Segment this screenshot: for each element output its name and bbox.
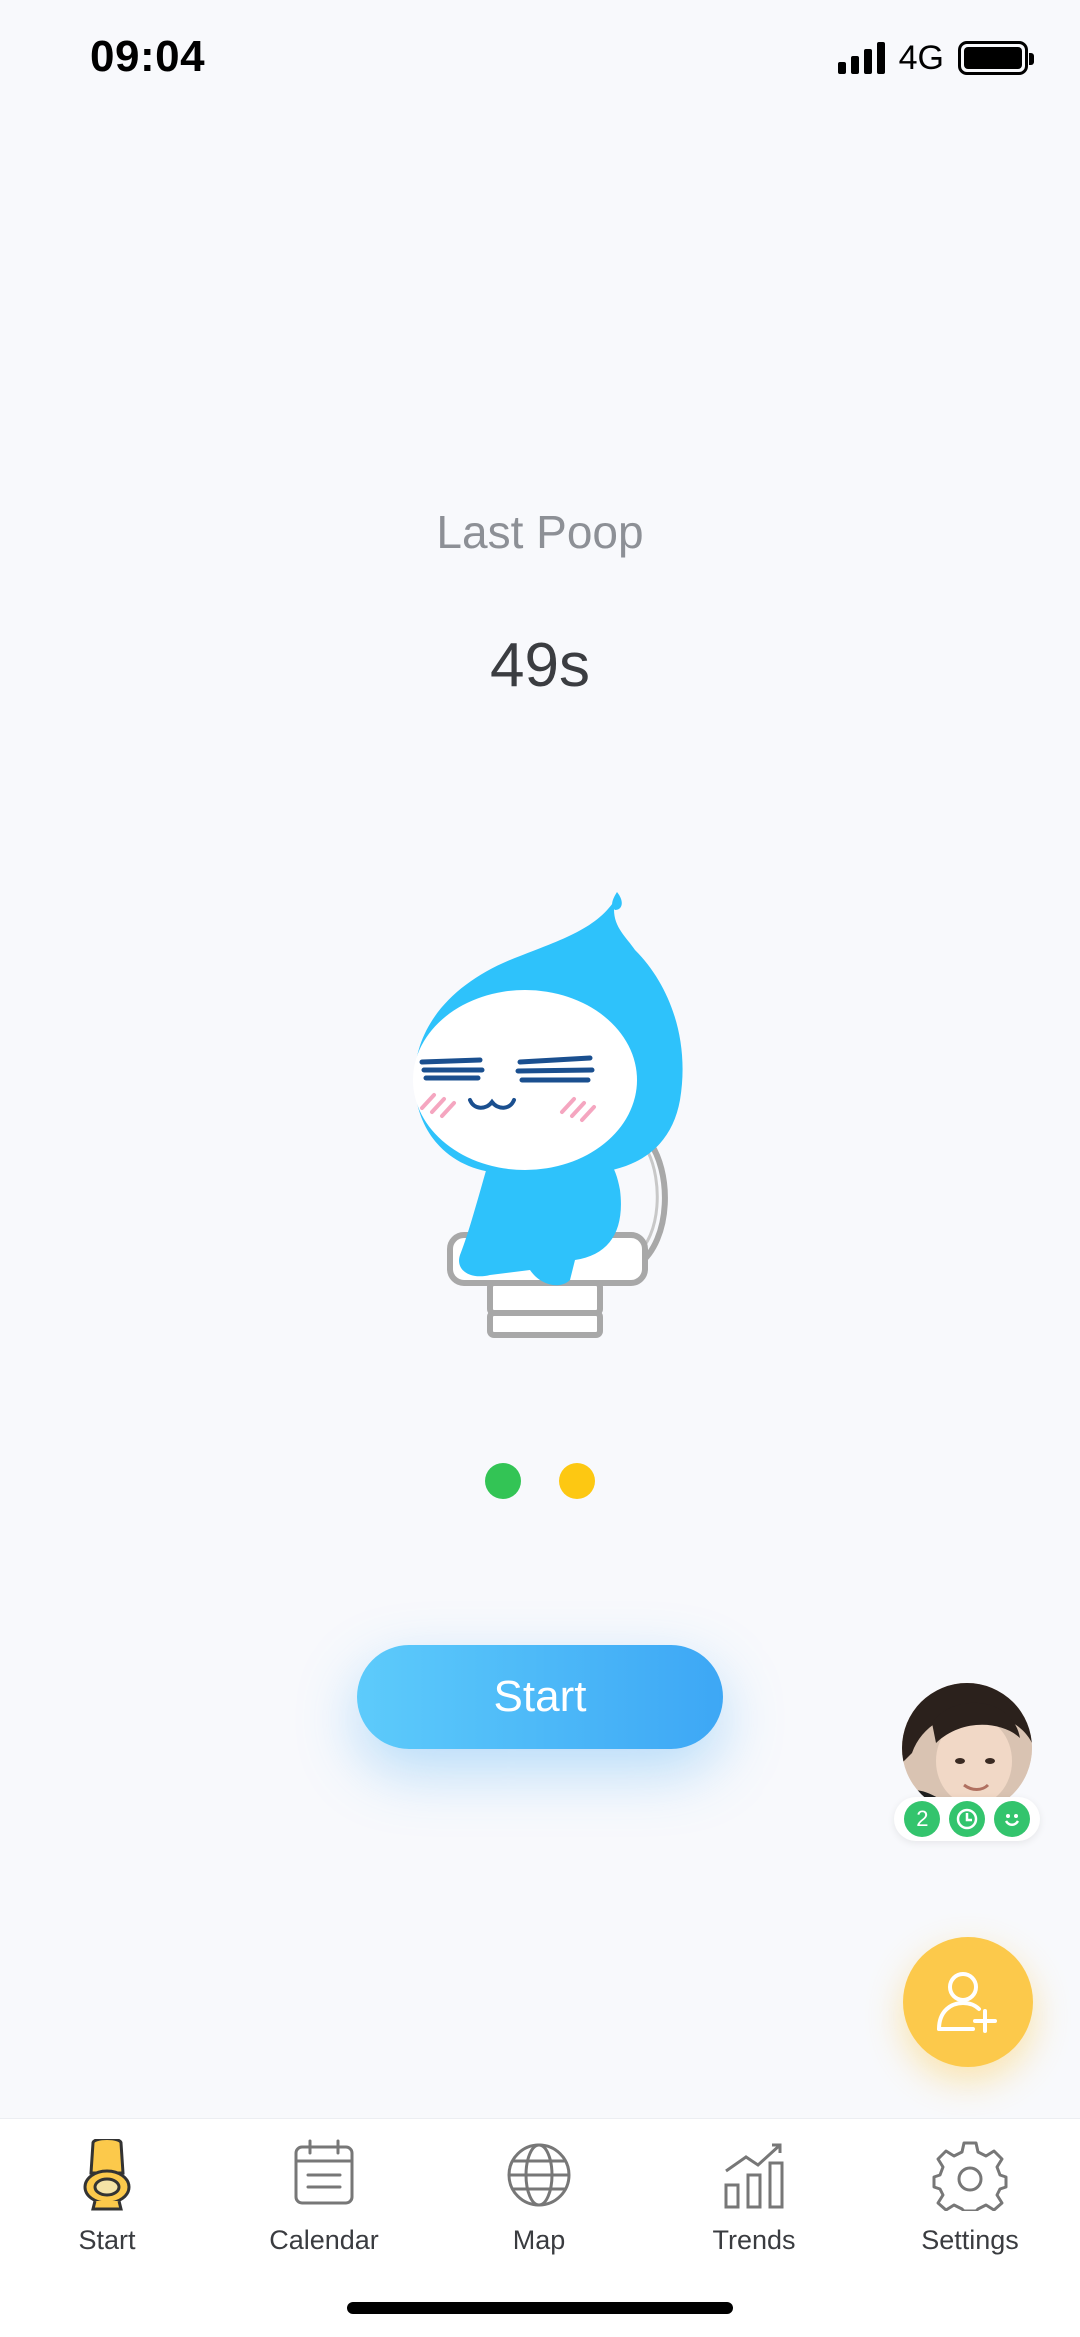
globe-icon (507, 2143, 571, 2207)
tab-start[interactable]: Start (22, 2139, 192, 2269)
home-indicator[interactable] (347, 2302, 733, 2314)
tab-settings[interactable]: Settings (885, 2139, 1055, 2269)
app-screen: 09:04 4G Last Poop 49s Start 2 Start Cal… (0, 0, 1080, 2337)
poop-mascot-icon (413, 892, 683, 1338)
status-time: 09:04 (90, 32, 206, 81)
trends-chart-icon (724, 2143, 784, 2209)
last-poop-title: Last Poop (436, 506, 644, 558)
status-indicators: 4G (837, 38, 1034, 77)
friend-avatar[interactable] (902, 1683, 1032, 1813)
tab-map[interactable]: Map (454, 2139, 624, 2269)
tab-settings-label: Settings (921, 2225, 1019, 2255)
calendar-icon (294, 2139, 354, 2205)
friend-badges: 2 (894, 1797, 1040, 1841)
status-bar: 09:04 4G (0, 0, 1080, 120)
avatar-photo-icon (902, 1683, 1032, 1813)
tab-map-label: Map (512, 2225, 566, 2255)
indicator-dot-yellow[interactable] (559, 1463, 595, 1499)
page-indicator (485, 1463, 595, 1499)
gear-icon (932, 2141, 1008, 2211)
friend-widget[interactable]: 2 (894, 1683, 1040, 1843)
smile-icon (993, 1801, 1030, 1837)
battery-icon (958, 41, 1034, 75)
add-user-icon (937, 1972, 997, 2033)
tab-calendar[interactable]: Calendar (239, 2139, 409, 2269)
tab-calendar-label: Calendar (269, 2225, 379, 2255)
tab-trends-label: Trends (712, 2225, 796, 2255)
tab-trends[interactable]: Trends (669, 2139, 839, 2269)
indicator-dot-green[interactable] (485, 1463, 521, 1499)
toilet-icon (83, 2139, 131, 2211)
network-label: 4G (898, 38, 944, 77)
start-button[interactable]: Start (357, 1645, 723, 1749)
add-friend-button[interactable] (903, 1937, 1033, 2067)
clock-icon (948, 1801, 985, 1837)
count-badge: 2 (904, 1801, 941, 1837)
tab-start-label: Start (78, 2225, 136, 2255)
signal-icon (837, 42, 885, 74)
last-poop-duration: 49s (490, 631, 590, 700)
